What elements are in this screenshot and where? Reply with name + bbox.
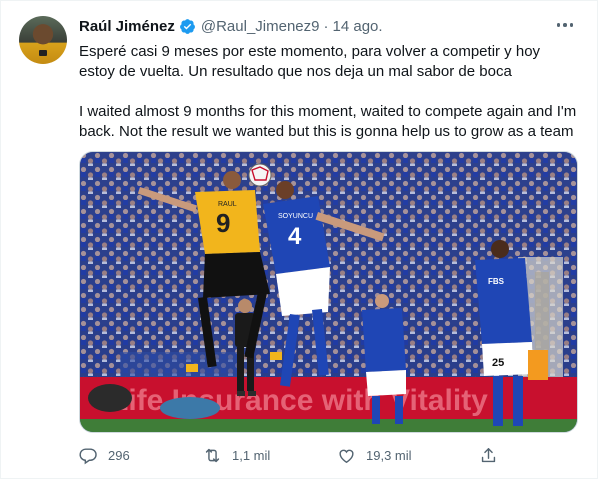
like-count: 19,3 mil — [366, 447, 412, 463]
tweet-date[interactable]: 14 ago. — [333, 18, 383, 35]
share-button[interactable] — [479, 443, 508, 467]
avatar[interactable] — [19, 16, 67, 64]
tweet-card[interactable]: Raúl Jiménez @Raul_Jimenez9 · 14 ago. Es… — [0, 0, 598, 479]
heart-icon — [339, 449, 354, 463]
share-icon — [481, 447, 496, 462]
tweet-text-english: I waited almost 9 months for this moment… — [79, 103, 577, 140]
author-handle[interactable]: @Raul_Jimenez9 — [201, 18, 320, 35]
separator-dot: · — [323, 17, 329, 35]
wolves-shirt-name: RAUL — [218, 201, 237, 208]
avatar-shirt-logo — [39, 50, 47, 56]
tweet-actions: 296 1,1 mil 19,3 mil — [79, 443, 509, 467]
more-icon[interactable] — [553, 15, 577, 35]
like-button[interactable]: 19,3 mil — [337, 443, 412, 467]
tweet-text-spanish: Esperé casi 9 meses por este momento, pa… — [79, 43, 541, 80]
shorts-number: 25 — [492, 357, 504, 369]
retweet-count: 1,1 mil — [232, 447, 271, 463]
retweet-button[interactable]: 1,1 mil — [203, 443, 270, 467]
verified-badge-icon — [179, 18, 195, 34]
author-name[interactable]: Raúl Jiménez — [79, 18, 175, 35]
wolves-shirt-number: 9 — [216, 208, 230, 238]
reply-icon — [79, 447, 97, 464]
sponsor-badge: FBS — [488, 277, 505, 286]
leicester-shirt-name: SOYUNCU — [278, 213, 313, 220]
reply-count: 296 — [108, 447, 130, 463]
tweet-photo[interactable]: Life Insurance with Vitality RAUL 9 SOYU… — [79, 151, 578, 433]
leicester-shirt-number: 4 — [288, 223, 302, 250]
reply-button[interactable]: 296 — [79, 443, 130, 467]
tweet-header: Raúl Jiménez @Raul_Jimenez9 · 14 ago. — [79, 16, 383, 36]
retweet-icon — [205, 448, 220, 462]
